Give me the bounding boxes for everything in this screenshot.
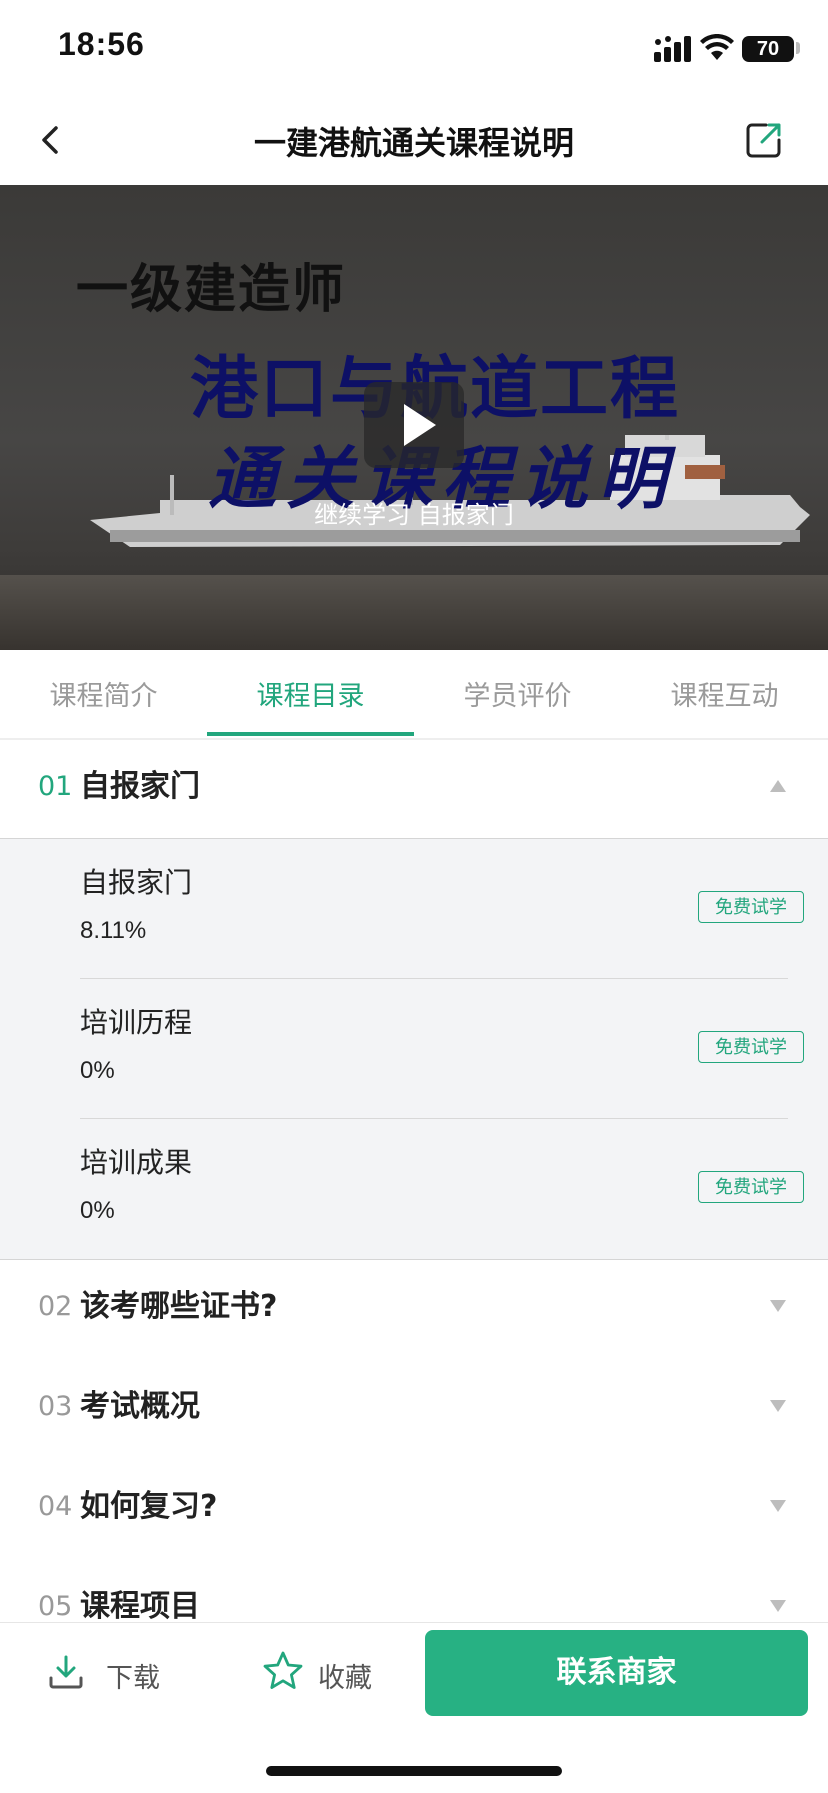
lesson-progress: 8.11% (80, 917, 147, 944)
sea-background (0, 575, 828, 650)
free-trial-badge[interactable]: 免费试学 (698, 891, 804, 923)
contact-merchant-button[interactable]: 联系商家 (425, 1630, 808, 1716)
wifi-icon (700, 34, 734, 60)
chevron-down-icon (770, 1400, 786, 1412)
video-title-line1: 一级建造师 (76, 260, 347, 320)
home-indicator (266, 1766, 562, 1776)
chapter-number: 01 (38, 771, 73, 802)
video-player[interactable]: 一级建造师 港口与航道工程 通关课程说明 继续学习 自报家门 (0, 185, 828, 650)
chapter-title: 该考哪些证书? (80, 1289, 278, 1324)
battery-cap (796, 42, 800, 54)
lesson-progress: 0% (80, 1057, 115, 1084)
lesson-title: 培训成果 (80, 1146, 193, 1179)
play-button[interactable] (364, 382, 464, 468)
chapter-title: 如何复习? (80, 1489, 218, 1524)
lesson-title: 培训历程 (80, 1006, 193, 1039)
active-tab-indicator (207, 732, 414, 736)
continue-learning-label[interactable]: 继续学习 自报家门 (0, 495, 828, 530)
chevron-down-icon (770, 1300, 786, 1312)
free-trial-badge[interactable]: 免费试学 (698, 1031, 804, 1063)
chapter-number: 03 (38, 1391, 73, 1422)
chapter-number: 04 (38, 1491, 73, 1522)
chapter-row-04[interactable]: 04 如何复习? (0, 1462, 828, 1552)
tab-student-reviews[interactable]: 学员评价 (414, 674, 621, 713)
tab-course-interaction[interactable]: 课程互动 (621, 674, 828, 713)
tab-divider (0, 738, 828, 740)
lesson-item[interactable]: 培训历程 0% 免费试学 (0, 979, 828, 1119)
play-icon (404, 404, 436, 446)
free-trial-badge[interactable]: 免费试学 (698, 1171, 804, 1203)
chapter-row-01[interactable]: 01 自报家门 (0, 742, 828, 832)
download-button[interactable]: 下载 (106, 1656, 160, 1695)
share-icon[interactable] (744, 120, 784, 160)
tab-bar: 课程简介 课程目录 学员评价 课程互动 (0, 650, 828, 738)
chapter-row-02[interactable]: 02 该考哪些证书? (0, 1262, 828, 1352)
lesson-title: 自报家门 (80, 866, 193, 899)
lesson-progress: 0% (80, 1197, 115, 1224)
tab-course-catalog[interactable]: 课程目录 (207, 674, 414, 713)
chevron-down-icon (770, 1600, 786, 1612)
cellular-signal-icon (654, 36, 691, 62)
chapter-number: 02 (38, 1291, 73, 1322)
chapter-row-03[interactable]: 03 考试概况 (0, 1362, 828, 1452)
tab-course-intro[interactable]: 课程简介 (0, 674, 207, 713)
chevron-up-icon (770, 780, 786, 792)
chapter-title: 考试概况 (80, 1389, 200, 1424)
lesson-list: 自报家门 8.11% 免费试学 培训历程 0% 免费试学 培训成果 0% 免费试… (0, 838, 828, 1260)
lesson-item[interactable]: 自报家门 8.11% 免费试学 (0, 839, 828, 979)
favorite-button[interactable]: 收藏 (318, 1656, 372, 1695)
chapter-title: 自报家门 (80, 769, 200, 804)
star-icon[interactable] (262, 1650, 304, 1692)
chevron-down-icon (770, 1500, 786, 1512)
lesson-item[interactable]: 培训成果 0% 免费试学 (0, 1119, 828, 1259)
download-icon[interactable] (48, 1654, 84, 1690)
battery-level: 70 (742, 36, 794, 62)
status-time: 18:56 (58, 26, 145, 62)
page-title: 一建港航通关课程说明 (253, 124, 574, 162)
